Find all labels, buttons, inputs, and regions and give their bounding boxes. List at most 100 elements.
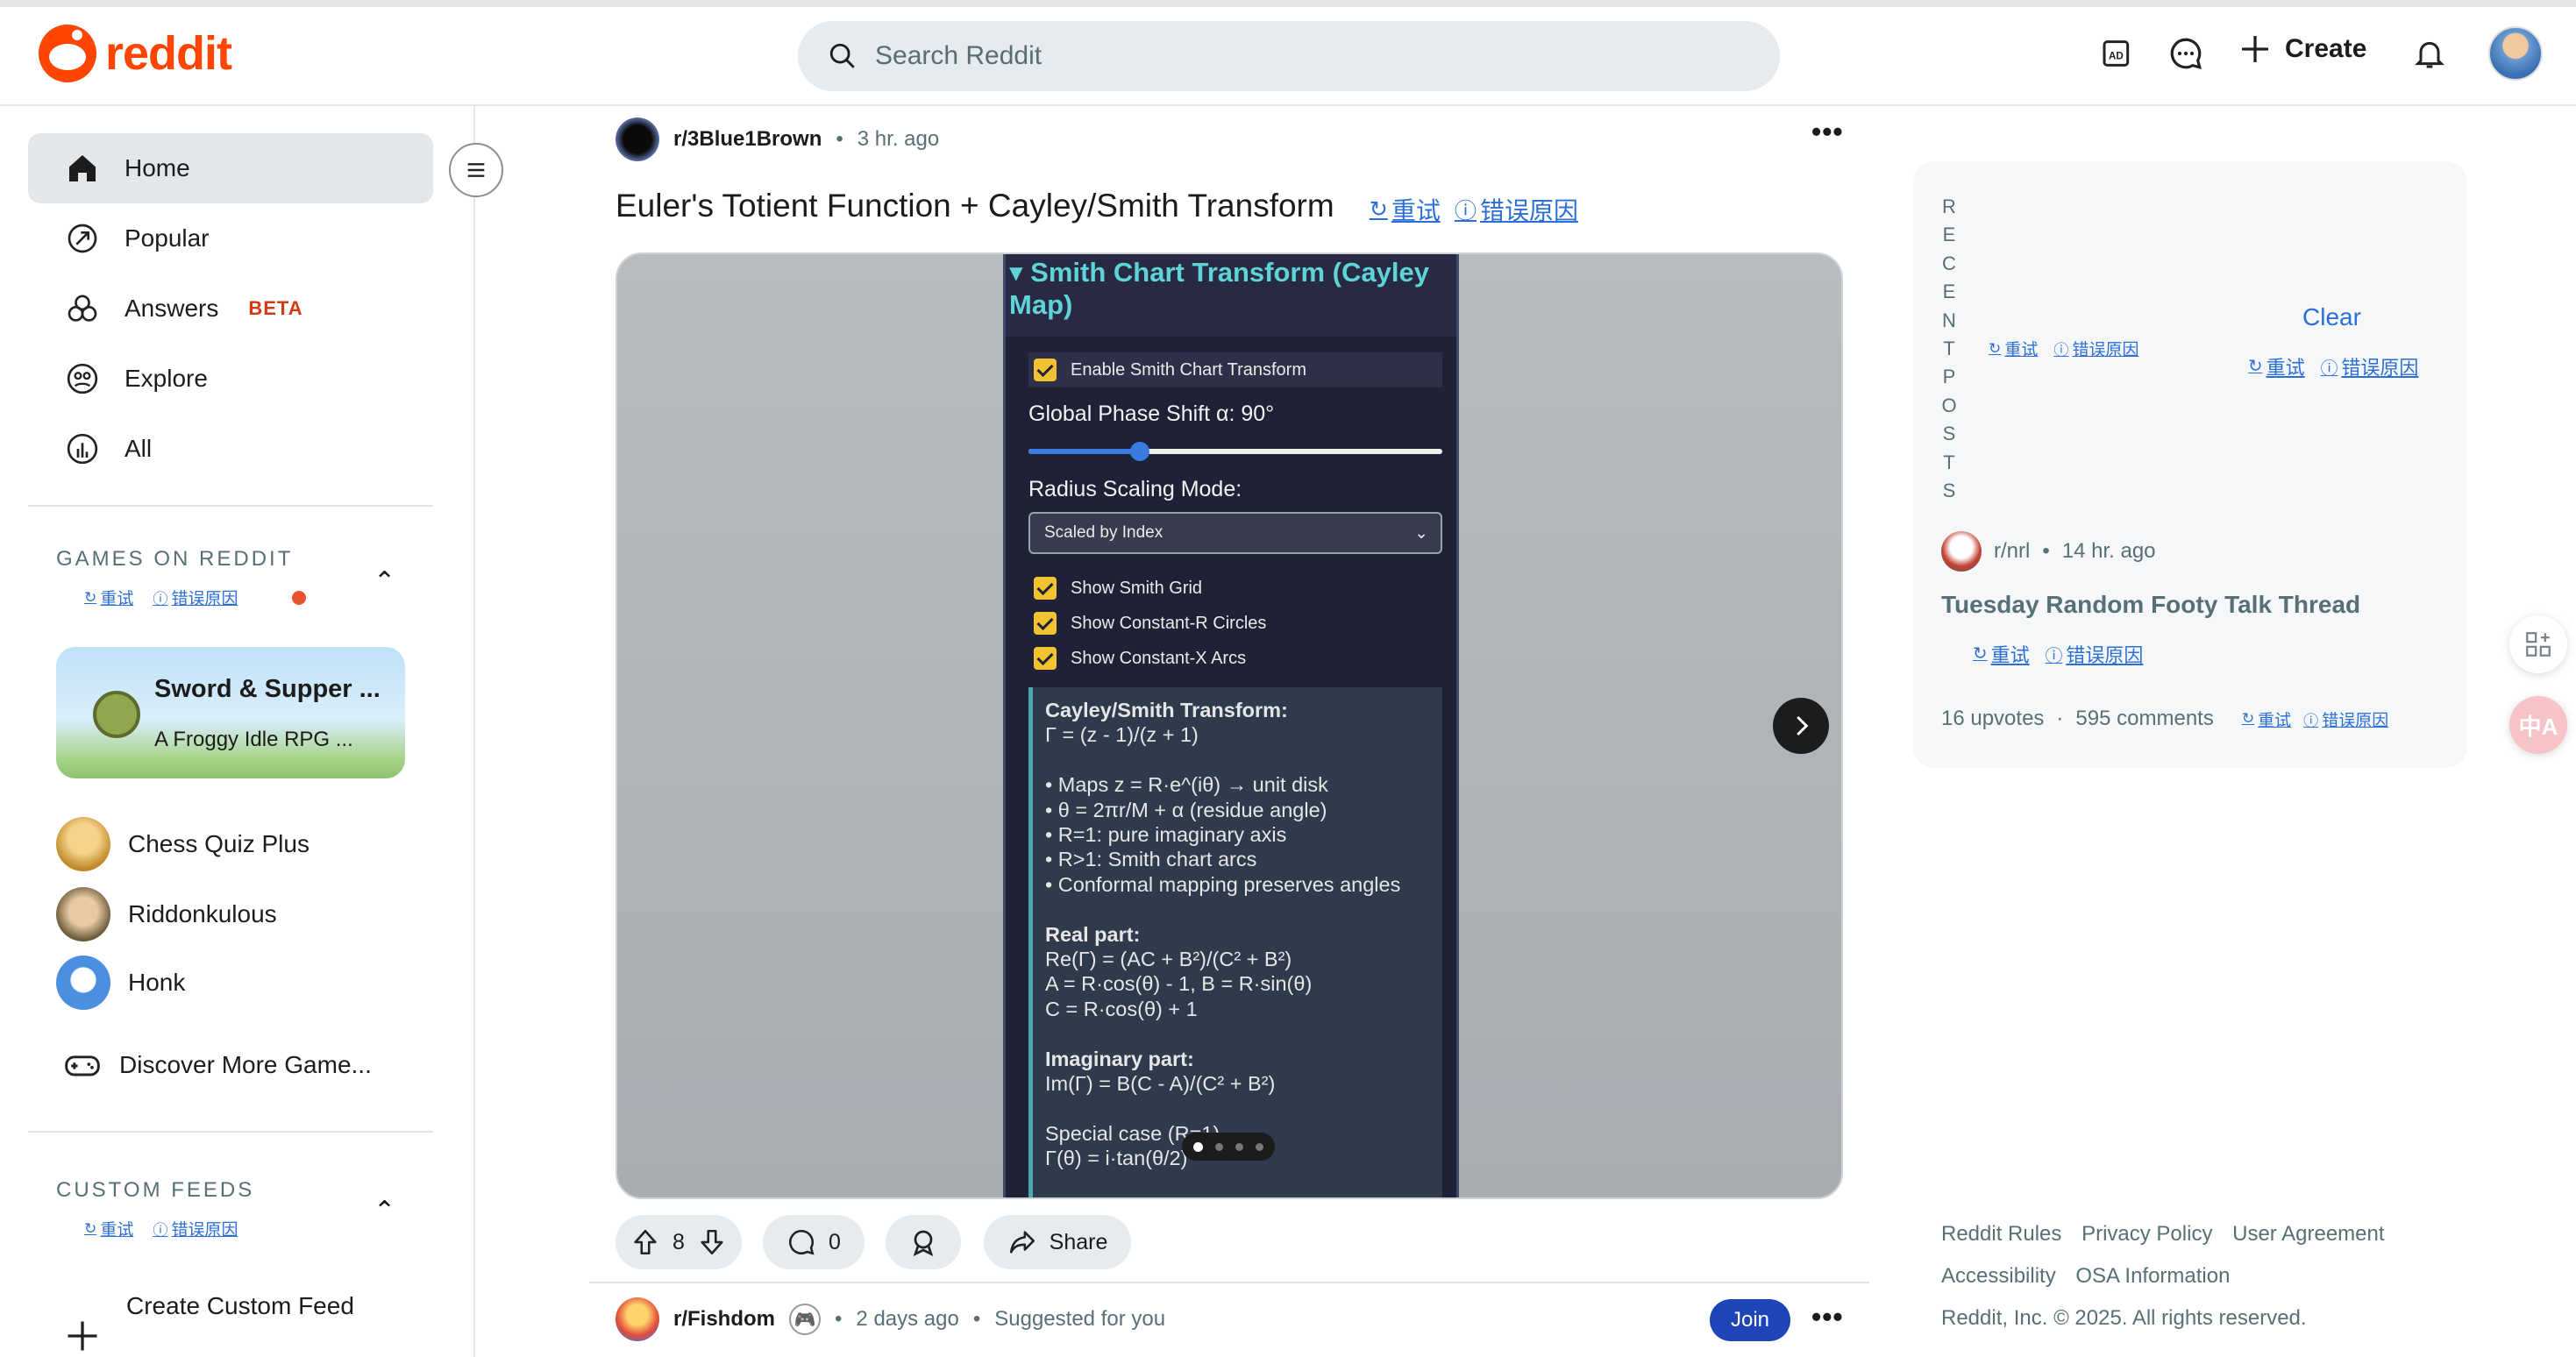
sidebar-item-label: Popular [125,224,210,252]
slider-thumb[interactable] [1130,442,1150,461]
post-media[interactable]: ▾ Smith Chart Transform (Cayley Map) Ena… [616,252,1843,1199]
info-line: • Conformal mapping preserves angles [1045,872,1401,896]
recent-translate-links: ↻ 重试 ⓘ 错误原因 [1989,337,2138,360]
join-button[interactable]: Join [1710,1299,1790,1341]
subreddit-avatar[interactable] [616,1297,659,1341]
plus-icon [68,1321,97,1351]
error-reason-link[interactable]: ⓘ 错误原因 [1455,192,1578,227]
chess-quiz-avatar [56,817,110,871]
recent-title-translate-links: ↻ 重试 ⓘ 错误原因 [1973,640,2143,668]
smith-grid-checkbox[interactable]: Show Smith Grid [1034,577,1202,600]
retry-link[interactable]: ↻ 重试 [1370,192,1441,227]
chevron-up-icon[interactable]: ⌃ [374,566,395,597]
more-options-icon[interactable]: ••• [1811,116,1844,148]
subreddit-name[interactable]: r/nrl [1994,539,2030,564]
clear-button[interactable]: Clear [2302,303,2361,331]
footer-link[interactable]: Reddit Rules [1941,1222,2061,1246]
constant-r-checkbox[interactable]: Show Constant-R Circles [1034,612,1266,635]
discover-more-games[interactable]: Discover More Game... [63,1034,372,1096]
recent-posts-card [1913,161,2467,768]
info-line: • R>1: Smith chart arcs [1045,848,1257,871]
comment-count: 0 [829,1229,841,1254]
footer-link[interactable]: OSA Information [2075,1264,2230,1288]
chevron-up-icon[interactable]: ⌃ [374,1196,395,1226]
share-button[interactable]: Share [984,1215,1131,1269]
info-line: Γ = (z - 1)/(z + 1) [1045,723,1199,747]
share-icon [1009,1231,1035,1254]
footer-link[interactable]: Privacy Policy [2081,1222,2212,1246]
phase-shift-slider[interactable] [1028,442,1442,461]
retry-link[interactable]: ↻ 重试 [1973,640,2030,668]
info-line [1045,748,1430,772]
custom-feeds-title: CUSTOM FEEDS [56,1178,255,1202]
recent-post-title[interactable]: Tuesday Random Footy Talk Thread [1941,591,2360,619]
award-button[interactable] [886,1215,961,1269]
retry-link[interactable]: ↻ 重试 [2248,352,2305,380]
recent-post-stats: 16 upvotes · 595 comments ↻ 重试 ⓘ 错误原因 [1941,707,2389,731]
grid-add-icon[interactable] [2509,615,2567,673]
downvote-icon[interactable] [697,1227,727,1257]
post-time: 2 days ago [856,1307,959,1331]
subreddit-name[interactable]: r/Fishdom [673,1307,775,1332]
constant-x-checkbox[interactable]: Show Constant-X Arcs [1034,647,1246,670]
upvote-icon[interactable] [630,1227,660,1257]
ad-icon[interactable]: AD [2097,33,2138,74]
user-avatar[interactable] [2488,26,2543,81]
sidebar-item-all[interactable]: All [28,414,433,484]
retry-link[interactable]: ↻ 重试 [2242,707,2291,731]
subreddit-name[interactable]: r/3Blue1Brown [673,127,822,152]
error-reason-link[interactable]: ⓘ 错误原因 [2046,640,2144,668]
carousel-indicator[interactable] [1182,1133,1275,1161]
subreddit-avatar[interactable] [1941,531,1982,572]
info-line [1045,1097,1430,1121]
menu-icon [467,163,485,177]
subreddit-avatar[interactable] [616,117,659,161]
error-reason-link[interactable]: ⓘ 错误原因 [153,586,238,609]
bell-icon[interactable] [2409,33,2450,74]
retry-link[interactable]: ↻ 重试 [84,586,133,609]
retry-link[interactable]: ↻ 重试 [1989,337,2038,360]
info-icon: ⓘ [1454,199,1477,224]
carousel-next-button[interactable] [1773,698,1829,754]
info-line: Real part: [1045,922,1141,946]
featured-game-card[interactable]: Sword & Supper ... A Froggy Idle RPG ... [56,647,405,778]
comments-button[interactable]: 0 [763,1215,865,1269]
sidebar-toggle-button[interactable] [449,143,503,197]
sidebar-item-popular[interactable]: Popular [28,203,433,274]
reddit-logo[interactable]: reddit [39,25,232,82]
info-icon: ⓘ [2053,342,2069,359]
error-reason-link[interactable]: ⓘ 错误原因 [2303,707,2388,731]
search-input[interactable] [875,41,1664,71]
panel-heading[interactable]: ▾ Smith Chart Transform (Cayley Map) [1006,254,1456,337]
footer-link[interactable]: User Agreement [2232,1222,2384,1246]
more-options-icon[interactable]: ••• [1811,1301,1844,1333]
translate-icon[interactable]: 中A [2509,696,2567,754]
post-divider [589,1282,1869,1283]
error-reason-link[interactable]: ⓘ 错误原因 [153,1217,238,1240]
chat-icon[interactable] [2166,33,2206,74]
footer-link[interactable]: Accessibility [1941,1264,2056,1288]
game-item-honk[interactable]: Honk [56,952,185,1013]
create-button[interactable]: Create [2238,32,2366,67]
info-line: Im(Γ) = B(C - A)/(C² + B²) [1045,1072,1276,1096]
info-icon: ⓘ [153,1222,168,1239]
retry-icon: ↻ [1369,197,1388,222]
sidebar-item-answers[interactable]: Answers BETA [28,274,433,344]
error-reason-link[interactable]: ⓘ 错误原因 [2053,337,2138,360]
sidebar-item-home[interactable]: Home [28,133,433,203]
search-bar[interactable] [798,21,1780,91]
sidebar-item-explore[interactable]: Explore [28,344,433,414]
game-item-riddonkulous[interactable]: Riddonkulous [56,884,277,945]
radius-mode-label: Radius Scaling Mode: [1028,477,1242,501]
search-icon [829,43,855,68]
radius-mode-select[interactable]: Scaled by Index ⌄ [1028,512,1442,554]
feeds-translate-links: ↻ 重试 ⓘ 错误原因 [84,1217,238,1240]
popular-icon [63,219,102,258]
error-reason-link[interactable]: ⓘ 错误原因 [2321,352,2419,380]
retry-link[interactable]: ↻ 重试 [84,1217,133,1240]
game-item-chess[interactable]: Chess Quiz Plus [56,813,310,875]
enable-transform-checkbox[interactable]: Enable Smith Chart Transform [1028,352,1442,387]
create-custom-feed[interactable]: Create Custom Feed [63,1292,354,1355]
post-title[interactable]: Euler's Totient Function + Cayley/Smith … [616,188,1578,227]
post-time: 14 hr. ago [2061,539,2156,563]
